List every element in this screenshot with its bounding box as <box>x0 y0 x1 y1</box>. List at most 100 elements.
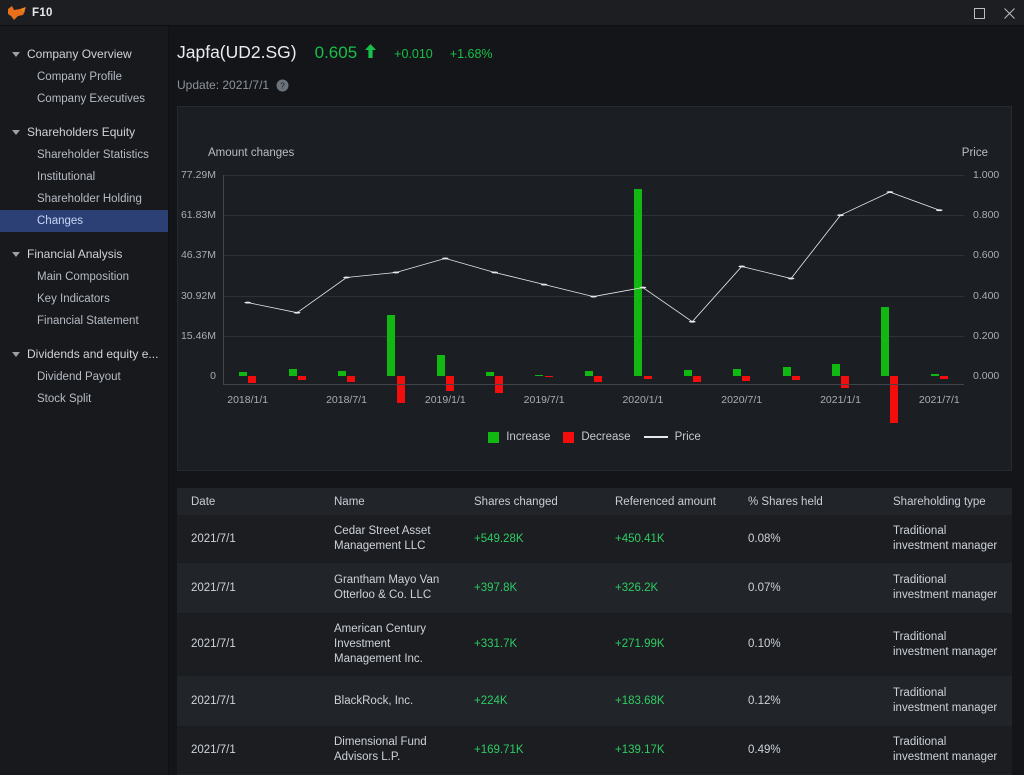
column-header-pct-shares-held[interactable]: % Shares held <box>734 488 879 515</box>
chart-legend: Increase Decrease Price <box>178 431 1011 443</box>
y2-axis-tick-label: 0.200 <box>973 329 1000 342</box>
sidebar-item-dividend-payout[interactable]: Dividend Payout <box>0 366 168 388</box>
cell-pct-shares-held: 0.49% <box>734 725 879 775</box>
holdings-table-wrapper: Date Name Shares changed Referenced amou… <box>177 488 1012 775</box>
legend-label: Increase <box>506 431 551 443</box>
sidebar: Company Overview Company Profile Company E… <box>0 26 169 775</box>
stock-change: +0.010 <box>394 47 433 61</box>
sidebar-item-key-indicators[interactable]: Key Indicators <box>0 288 168 310</box>
x-axis-tick-label: 2018/1/1 <box>227 394 269 406</box>
sidebar-group: Financial Analysis Main Composition Key In… <box>0 242 168 332</box>
cell-pct-shares-held: 0.10% <box>734 612 879 677</box>
y2-axis-tick-label: 1.000 <box>973 169 1000 181</box>
cell-referenced-amount: +183.68K <box>601 676 734 726</box>
cell-shareholding-type: Traditional investment manager <box>879 612 1012 677</box>
x-axis-tick-label: 2020/1/1 <box>622 394 664 406</box>
stock-change-percent: +1.68% <box>449 47 493 61</box>
cell-shareholding-type: Traditional investment manager <box>879 563 1012 613</box>
cell-shares-changed: +549.28K <box>460 515 601 564</box>
column-header-shares-changed[interactable]: Shares changed <box>460 488 601 515</box>
price-point <box>837 214 844 217</box>
legend-item[interactable]: Price <box>643 431 701 443</box>
cell-shareholding-type: Traditional investment manager <box>879 515 1012 564</box>
cell-date: 2021/7/1 <box>177 725 320 775</box>
sidebar-item-institutional[interactable]: Institutional <box>0 166 168 188</box>
cell-pct-shares-held: 0.08% <box>734 515 879 564</box>
legend-line-swatch <box>643 436 668 438</box>
sidebar-group-header[interactable]: Dividends and equity e... <box>0 342 168 366</box>
y-axis-tick-label: 0 <box>210 369 216 382</box>
title-bar: F10 <box>0 0 1024 26</box>
sidebar-group: Dividends and equity e... Dividend Payout… <box>0 342 168 410</box>
y-axis-tick-label: 15.46M <box>180 329 216 342</box>
stock-name: Japfa(UD2.SG) <box>177 42 297 62</box>
sidebar-item-stock-split[interactable]: Stock Split <box>0 388 168 410</box>
sidebar-group-header[interactable]: Company Overview <box>0 42 168 66</box>
price-point <box>688 320 696 323</box>
sidebar-item-company-executives[interactable]: Company Executives <box>0 88 168 110</box>
cell-date: 2021/7/1 <box>177 612 320 677</box>
column-header-date[interactable]: Date <box>177 488 320 515</box>
caret-down-icon <box>12 129 20 135</box>
chart-x-axis-line <box>223 384 964 385</box>
update-text: Update: 2021/7/1 <box>177 78 270 92</box>
table-row[interactable]: 2021/7/1 Grantham Mayo Van Otterloo & Co.… <box>177 563 1012 613</box>
legend-item[interactable]: Increase <box>488 431 550 443</box>
sidebar-item-company-profile[interactable]: Company Profile <box>0 66 168 88</box>
sidebar-group-header[interactable]: Financial Analysis <box>0 242 168 266</box>
sidebar-item-changes[interactable]: Changes <box>0 210 168 232</box>
sidebar-group-label: Shareholders Equity <box>27 125 136 139</box>
sidebar-item-main-composition[interactable]: Main Composition <box>0 266 168 288</box>
y2-axis-tick-label: 0.800 <box>973 209 1000 222</box>
column-header-shareholding-type[interactable]: Shareholding type <box>879 488 1012 515</box>
sidebar-item-shareholder-holding[interactable]: Shareholder Holding <box>0 188 168 210</box>
sidebar-group-label: Financial Analysis <box>27 247 123 261</box>
price-point <box>392 271 400 274</box>
price-point <box>935 209 943 212</box>
table-header-row: Date Name Shares changed Referenced amou… <box>177 488 1012 515</box>
stock-header: Japfa(UD2.SG) 0.605 +0.010 +1.68% <box>177 26 1012 63</box>
cell-referenced-amount: +271.99K <box>601 612 734 677</box>
cell-shares-changed: +397.8K <box>460 563 601 613</box>
legend-color-swatch <box>563 431 575 443</box>
table-row[interactable]: 2021/7/1 BlackRock, Inc. +224K +183.68K 0.12… <box>177 676 1012 726</box>
maximize-icon[interactable] <box>964 0 994 26</box>
sidebar-item-financial-statement[interactable]: Financial Statement <box>0 310 168 332</box>
svg-text:?: ? <box>280 80 285 90</box>
arrow-up-icon <box>365 44 377 58</box>
x-axis-tick-label: 2021/7/1 <box>918 394 960 406</box>
caret-down-icon <box>12 51 20 57</box>
x-axis-tick-label: 2020/7/1 <box>721 394 763 406</box>
table-row[interactable]: 2021/7/1 Dimensional Fund Advisors L.P. +1… <box>177 725 1012 775</box>
column-header-name[interactable]: Name <box>320 488 460 515</box>
table-row[interactable]: 2021/7/1 American Century Investment Mana… <box>177 612 1012 677</box>
sidebar-group: Company Overview Company Profile Company E… <box>0 42 168 110</box>
sidebar-group-label: Company Overview <box>27 47 132 61</box>
help-circle-icon[interactable]: ? <box>276 79 289 92</box>
x-axis-tick-label: 2019/1/1 <box>424 394 466 406</box>
price-point <box>343 276 350 279</box>
chart-left-axis-title: Amount changes <box>208 147 295 159</box>
sidebar-group-header[interactable]: Shareholders Equity <box>0 120 168 144</box>
y2-axis-tick-label: 0.000 <box>973 369 1000 382</box>
y-axis-tick-label: 77.29M <box>180 169 216 181</box>
price-point <box>244 301 252 304</box>
main-content: Japfa(UD2.SG) 0.605 +0.010 +1.68% Update… <box>169 26 1024 775</box>
cell-date: 2021/7/1 <box>177 515 320 564</box>
cell-name: Cedar Street Asset Management LLC <box>320 515 460 564</box>
table-body: 2021/7/1 Cedar Street Asset Management LL… <box>177 515 1012 775</box>
cell-name: BlackRock, Inc. <box>320 676 460 726</box>
holdings-table: Date Name Shares changed Referenced amou… <box>177 488 1012 775</box>
update-line: Update: 2021/7/1 ? <box>177 78 1012 92</box>
cell-referenced-amount: +450.41K <box>601 515 734 564</box>
cell-shares-changed: +224K <box>460 676 601 726</box>
sidebar-item-shareholder-statistics[interactable]: Shareholder Statistics <box>0 144 168 166</box>
table-row[interactable]: 2021/7/1 Cedar Street Asset Management LL… <box>177 515 1012 564</box>
x-axis-tick-label: 2021/1/1 <box>820 394 861 406</box>
column-header-referenced-amount[interactable]: Referenced amount <box>601 488 734 515</box>
close-icon[interactable] <box>994 0 1024 26</box>
cell-date: 2021/7/1 <box>177 563 320 613</box>
legend-item[interactable]: Decrease <box>563 431 631 443</box>
x-axis-tick-label: 2019/7/1 <box>523 394 565 406</box>
cell-name: American Century Investment Management I… <box>320 612 460 677</box>
